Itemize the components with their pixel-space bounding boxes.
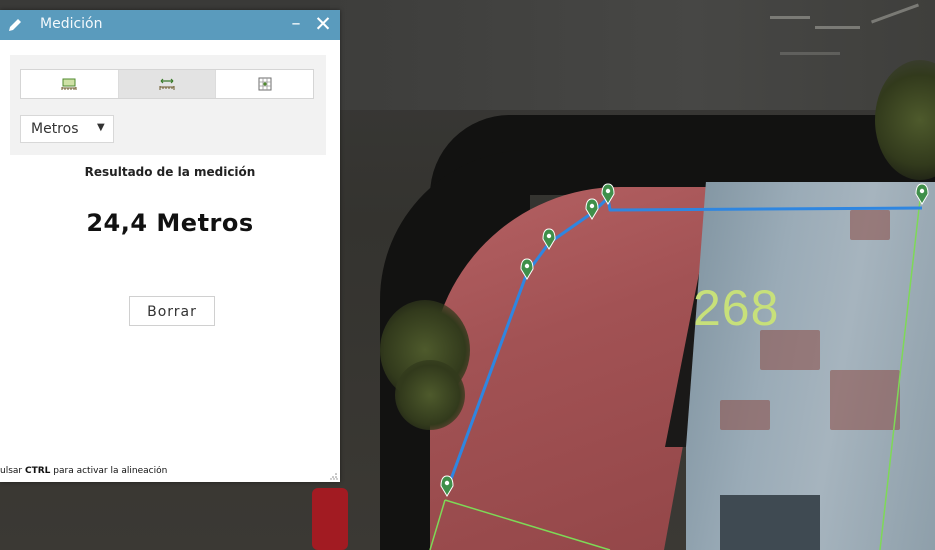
measure-tool-bar xyxy=(20,69,314,99)
widget-title-bar[interactable]: Medición – ✕ xyxy=(0,10,340,40)
close-button[interactable]: ✕ xyxy=(313,12,333,36)
vertex-marker-icon[interactable] xyxy=(915,183,929,205)
area-tool-button[interactable] xyxy=(21,70,119,98)
measurement-widget: Medición – ✕ Metros ▼ Resultado de la me… xyxy=(0,10,340,482)
hint-key: CTRL xyxy=(24,466,51,476)
parcel-boundaries xyxy=(429,199,921,550)
distance-tool-button[interactable] xyxy=(118,70,217,98)
widget-title: Medición xyxy=(40,16,103,32)
location-measure-icon xyxy=(258,77,272,91)
chevron-down-icon: ▼ xyxy=(97,122,105,133)
vertex-marker-icon[interactable] xyxy=(440,475,454,497)
snapping-hint: ulsar CTRL para activar la alineación xyxy=(0,466,330,476)
vertex-markers xyxy=(440,183,929,497)
hint-prefix: ulsar xyxy=(0,466,25,476)
parcel-line xyxy=(429,499,446,550)
parcel-line xyxy=(444,499,611,550)
area-measure-icon xyxy=(61,78,77,90)
vertex-marker-icon[interactable] xyxy=(520,258,534,280)
pencil-icon xyxy=(9,19,21,31)
result-value: 24,4 Metros xyxy=(86,209,254,237)
result-title: Resultado de la medición xyxy=(84,165,256,179)
unit-select[interactable]: Metros ▼ xyxy=(20,115,114,143)
location-tool-button[interactable] xyxy=(216,70,313,98)
parcel-line xyxy=(879,199,921,550)
unit-select-value: Metros xyxy=(31,121,79,137)
hint-suffix: para activar la alineación xyxy=(50,466,168,476)
vertex-marker-icon[interactable] xyxy=(542,228,556,250)
resize-grip-icon[interactable] xyxy=(330,472,338,480)
measure-tools-area: Metros ▼ xyxy=(10,55,326,155)
clear-button[interactable]: Borrar xyxy=(129,296,215,326)
measured-distance-line xyxy=(445,196,923,491)
minimize-button[interactable]: – xyxy=(288,13,304,35)
distance-measure-icon xyxy=(159,78,175,90)
